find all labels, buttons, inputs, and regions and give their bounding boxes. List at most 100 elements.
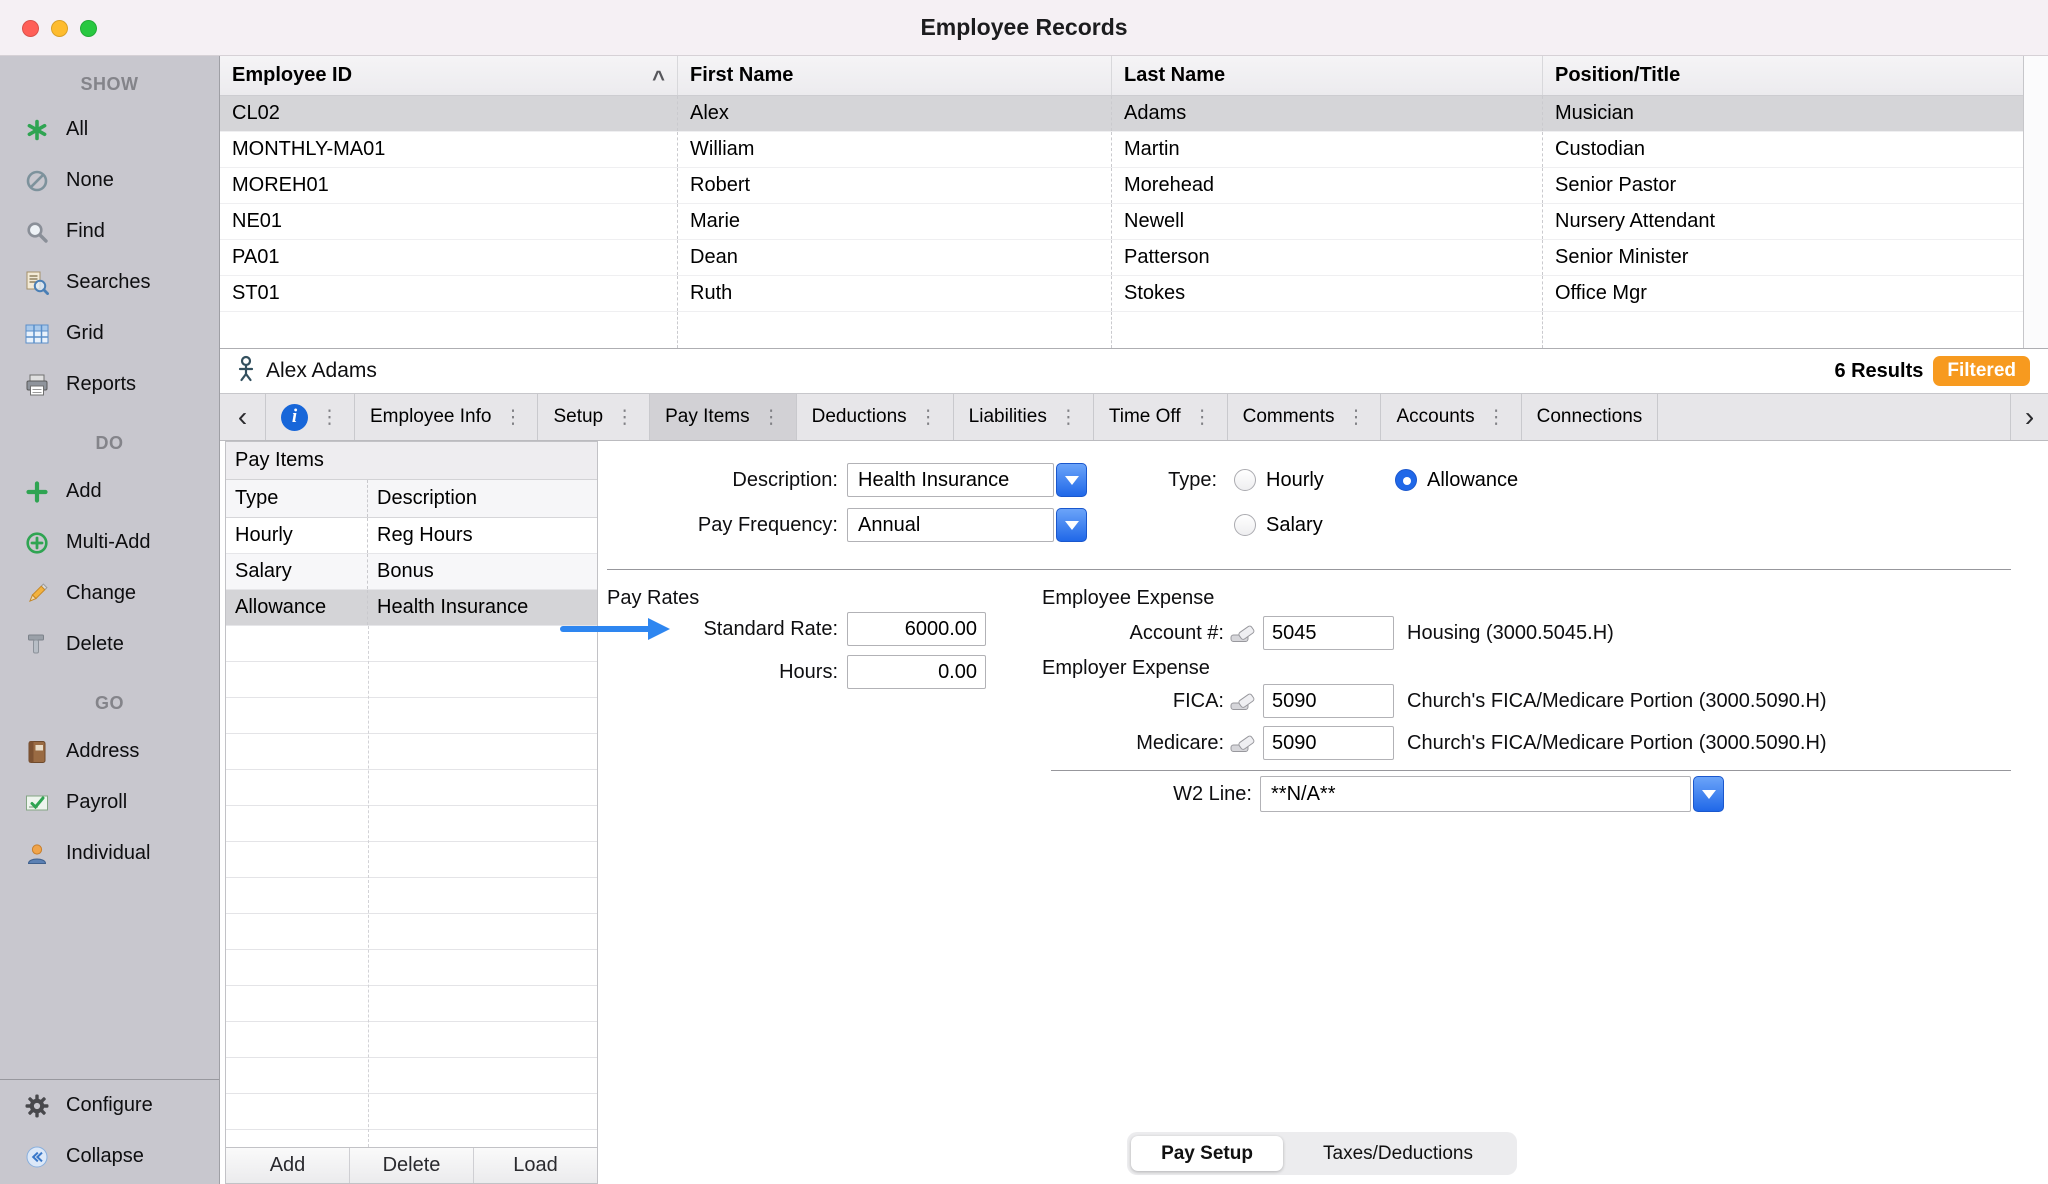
- sidebar-item-reports[interactable]: Reports: [0, 359, 219, 410]
- column-header-employee-id[interactable]: Employee ID ^: [220, 56, 678, 95]
- employee-table: Employee ID ^ First Name Last Name Posit…: [220, 56, 2048, 349]
- cell-employee-id: ST01: [220, 276, 678, 311]
- sidebar-item-label: Add: [66, 480, 102, 503]
- table-row[interactable]: PA01 Dean Patterson Senior Minister: [220, 240, 2048, 276]
- tab-menu-icon[interactable]: ⋮: [919, 406, 938, 429]
- column-header-description[interactable]: Description: [368, 480, 597, 517]
- close-window-button[interactable]: [22, 20, 39, 37]
- table-row[interactable]: MONTHLY-MA01 William Martin Custodian: [220, 132, 2048, 168]
- fica-account-input[interactable]: [1263, 684, 1394, 718]
- sidebar-item-label: Reports: [66, 373, 136, 396]
- sidebar-item-collapse[interactable]: Collapse: [0, 1131, 219, 1182]
- column-header-last-name[interactable]: Last Name: [1112, 56, 1543, 95]
- circled-plus-icon: [20, 531, 54, 555]
- description-dropdown-value: Health Insurance: [847, 463, 1054, 497]
- standard-rate-input[interactable]: [847, 612, 986, 646]
- account-lookup-icon[interactable]: [1228, 689, 1258, 713]
- filtered-badge[interactable]: Filtered: [1933, 356, 2030, 386]
- traffic-lights: [22, 20, 97, 37]
- hours-input[interactable]: [847, 655, 986, 689]
- sidebar-item-label: Payroll: [66, 791, 127, 814]
- grid-table-icon: [20, 323, 54, 345]
- tab-liabilities[interactable]: Liabilities ⋮: [954, 394, 1094, 440]
- plus-icon: [20, 480, 54, 504]
- medicare-account-input[interactable]: [1263, 726, 1394, 760]
- minimize-window-button[interactable]: [51, 20, 68, 37]
- radio-allowance[interactable]: Allowance: [1395, 463, 1518, 497]
- tab-info[interactable]: i ⋮: [266, 394, 355, 440]
- cell-type: Allowance: [226, 590, 368, 625]
- tab-menu-icon[interactable]: ⋮: [1059, 406, 1078, 429]
- tab-menu-icon[interactable]: ⋮: [1346, 406, 1365, 429]
- w2-line-dropdown-button[interactable]: [1693, 776, 1724, 812]
- tab-accounts[interactable]: Accounts ⋮: [1381, 394, 1521, 440]
- cell-description: Reg Hours: [368, 518, 597, 553]
- pay-frequency-label: Pay Frequency:: [600, 508, 838, 542]
- pay-frequency-dropdown-button[interactable]: [1056, 508, 1087, 542]
- cell-first-name: Marie: [678, 204, 1112, 239]
- delete-pay-item-button[interactable]: Delete: [350, 1148, 474, 1183]
- tab-connections[interactable]: Connections: [1522, 394, 1659, 440]
- table-row[interactable]: MOREH01 Robert Morehead Senior Pastor: [220, 168, 2048, 204]
- tab-menu-icon[interactable]: ⋮: [615, 406, 634, 429]
- sidebar-item-individual[interactable]: Individual: [0, 828, 219, 879]
- tab-pay-setup[interactable]: Pay Setup: [1131, 1136, 1283, 1171]
- sidebar-item-delete[interactable]: Delete: [0, 619, 219, 670]
- account-lookup-icon[interactable]: [1228, 731, 1258, 755]
- tab-menu-icon[interactable]: ⋮: [503, 406, 522, 429]
- tab-employee-info[interactable]: Employee Info ⋮: [355, 394, 538, 440]
- radio-hourly[interactable]: Hourly: [1234, 463, 1324, 497]
- sidebar-item-multi-add[interactable]: Multi-Add: [0, 517, 219, 568]
- tab-label: Setup: [553, 406, 603, 428]
- tab-time-off[interactable]: Time Off ⋮: [1094, 394, 1228, 440]
- list-item[interactable]: Salary Bonus: [226, 554, 597, 590]
- table-row[interactable]: ST01 Ruth Stokes Office Mgr: [220, 276, 2048, 312]
- tab-menu-icon[interactable]: ⋮: [762, 406, 781, 429]
- account-lookup-icon[interactable]: [1228, 621, 1258, 645]
- table-row[interactable]: CL02 Alex Adams Musician: [220, 96, 2048, 132]
- sidebar-item-all[interactable]: All: [0, 104, 219, 155]
- sidebar-item-searches[interactable]: Searches: [0, 257, 219, 308]
- sidebar-item-change[interactable]: Change: [0, 568, 219, 619]
- table-row[interactable]: NE01 Marie Newell Nursery Attendant: [220, 204, 2048, 240]
- tab-taxes-deductions[interactable]: Taxes/Deductions: [1283, 1136, 1513, 1171]
- tab-setup[interactable]: Setup ⋮: [538, 394, 650, 440]
- fica-account-description: Church's FICA/Medicare Portion (3000.509…: [1407, 684, 1827, 718]
- tab-menu-icon[interactable]: ⋮: [320, 406, 339, 429]
- payroll-check-icon: [20, 792, 54, 814]
- tabs-scroll-right-button[interactable]: ›: [2010, 394, 2048, 440]
- sidebar-item-address[interactable]: Address: [0, 726, 219, 777]
- sidebar-item-configure[interactable]: Configure: [0, 1080, 219, 1131]
- sidebar-item-add[interactable]: Add: [0, 466, 219, 517]
- column-header-position[interactable]: Position/Title: [1543, 56, 2048, 95]
- column-header-first-name[interactable]: First Name: [678, 56, 1112, 95]
- tabs-scroll-left-button[interactable]: ‹: [220, 394, 266, 440]
- tab-deductions[interactable]: Deductions ⋮: [797, 394, 954, 440]
- sidebar-item-label: Grid: [66, 322, 104, 345]
- tab-menu-icon[interactable]: ⋮: [1193, 406, 1212, 429]
- sidebar-item-payroll[interactable]: Payroll: [0, 777, 219, 828]
- sidebar-item-label: Address: [66, 740, 139, 763]
- add-pay-item-button[interactable]: Add: [226, 1148, 350, 1183]
- sidebar-item-label: Searches: [66, 271, 151, 294]
- pay-frequency-dropdown[interactable]: Annual: [847, 508, 1087, 542]
- description-dropdown[interactable]: Health Insurance: [847, 463, 1087, 497]
- sidebar-item-find[interactable]: Find: [0, 206, 219, 257]
- account-number-input[interactable]: [1263, 616, 1394, 650]
- cell-employee-id: CL02: [220, 96, 678, 131]
- zoom-window-button[interactable]: [80, 20, 97, 37]
- pay-items-content: Pay Items Type Description Hourly Reg Ho…: [220, 441, 2048, 1184]
- column-header-type[interactable]: Type: [226, 480, 368, 517]
- vertical-scrollbar[interactable]: [2023, 56, 2048, 348]
- load-pay-item-button[interactable]: Load: [474, 1148, 597, 1183]
- list-item[interactable]: Hourly Reg Hours: [226, 518, 597, 554]
- sidebar-item-grid[interactable]: Grid: [0, 308, 219, 359]
- list-item[interactable]: Allowance Health Insurance: [226, 590, 597, 626]
- sidebar-item-none[interactable]: None: [0, 155, 219, 206]
- w2-line-dropdown[interactable]: **N/A**: [1260, 776, 1724, 812]
- tab-menu-icon[interactable]: ⋮: [1487, 406, 1506, 429]
- tab-pay-items[interactable]: Pay Items ⋮: [650, 394, 796, 440]
- tab-comments[interactable]: Comments ⋮: [1228, 394, 1382, 440]
- sidebar-item-label: Collapse: [66, 1145, 144, 1168]
- radio-salary[interactable]: Salary: [1234, 508, 1323, 542]
